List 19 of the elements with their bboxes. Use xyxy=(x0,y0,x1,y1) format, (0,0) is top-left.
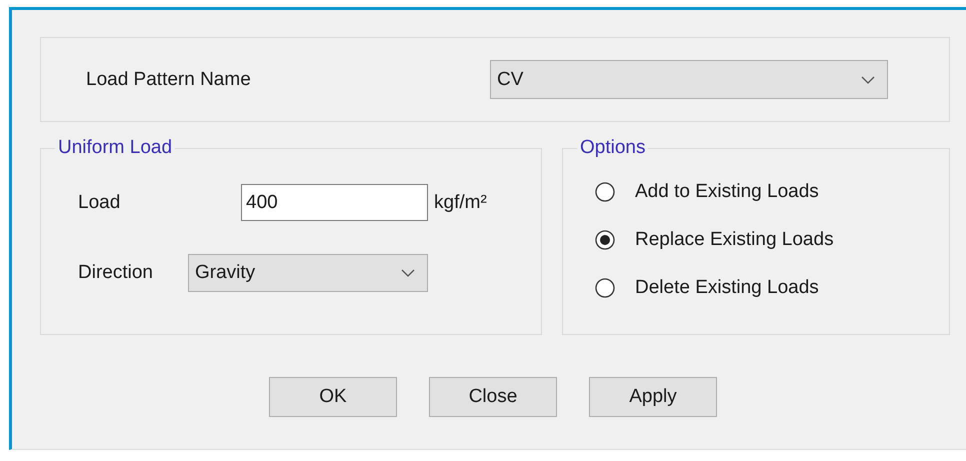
dialog-button[interactable]: Apply xyxy=(589,377,717,417)
radio-button[interactable] xyxy=(595,278,615,298)
dialog-button[interactable]: OK xyxy=(269,377,397,417)
direction-label: Direction xyxy=(78,262,154,284)
chevron-icon xyxy=(861,76,875,84)
radio-button[interactable] xyxy=(595,182,615,202)
pattern-dropdown[interactable]: CV xyxy=(490,60,888,99)
option-label: Delete Existing Loads xyxy=(635,276,819,298)
dialog-button[interactable]: Close xyxy=(429,377,557,417)
load-field[interactable]: 400 xyxy=(241,184,428,221)
option-label: Replace Existing Loads xyxy=(635,228,834,250)
chevron-icon xyxy=(401,269,415,277)
group-title: Options xyxy=(577,137,648,159)
radio-button[interactable] xyxy=(595,230,615,250)
direction-dropdown[interactable]: Gravity xyxy=(188,254,428,292)
unit-label: kgf/m² xyxy=(434,192,487,214)
option-label: Add to Existing Loads xyxy=(635,180,819,202)
pattern-label: Load Pattern Name xyxy=(86,68,252,90)
load-label: Load xyxy=(78,192,122,214)
